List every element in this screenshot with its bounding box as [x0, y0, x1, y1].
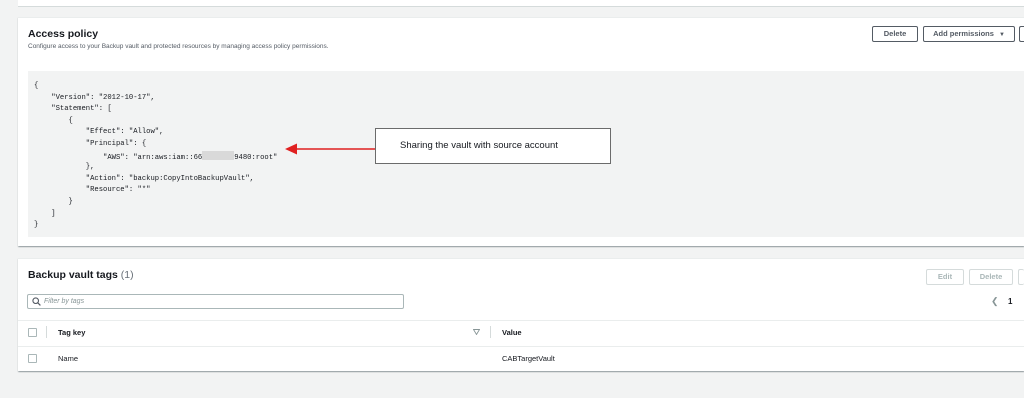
policy-line-13: } [34, 221, 39, 230]
policy-line-10: "Resource": "*" [34, 186, 151, 195]
policy-line-6: "Principal": { [34, 140, 147, 148]
sort-caret-icon[interactable] [473, 329, 480, 335]
search-icon [32, 297, 41, 306]
previous-section-card [18, 0, 1024, 7]
policy-line-9: "Action": "backup:CopyIntoBackupVault", [34, 174, 254, 183]
access-policy-description: Configure access to your Backup vault an… [28, 43, 329, 50]
policy-line-12: ] [34, 209, 56, 218]
tags-count: (1) [120, 269, 134, 281]
policy-line-5: "Effect": "Allow", [34, 128, 164, 137]
policy-line-4: { [34, 116, 73, 125]
policy-line-8: }, [34, 163, 95, 172]
add-permissions-button[interactable]: Add permissions ▼ [923, 26, 1015, 42]
policy-line-2: "Version": "2012-10-17", [34, 93, 155, 102]
tags-title: Backup vault tags (1) [28, 269, 134, 281]
policy-line-3: "Statement": [ [34, 105, 112, 114]
access-policy-title: Access policy [28, 28, 99, 40]
column-divider [46, 326, 47, 338]
edit-tags-button[interactable]: Edit [926, 269, 964, 285]
filter-tags-input[interactable]: Filter by tags [27, 294, 404, 309]
caret-down-icon: ▼ [998, 32, 1005, 38]
table-header-bottom-divider [18, 346, 1024, 347]
annotation-arrow-icon [285, 143, 375, 155]
column-header-value[interactable]: Value [502, 328, 522, 337]
page-number[interactable]: 1 [1008, 297, 1012, 306]
column-divider [490, 326, 491, 338]
delete-tags-button[interactable]: Delete [969, 269, 1013, 285]
redacted-account-id [202, 150, 235, 160]
principal-arn-suffix: 9480:root" [234, 153, 278, 162]
filter-tags-placeholder: Filter by tags [44, 298, 85, 305]
table-row-checkbox[interactable] [28, 354, 37, 363]
table-cell-value: CABTargetVault [502, 354, 555, 363]
policy-line-1: { [34, 82, 39, 90]
previous-page-chevron-icon[interactable]: ❮ [991, 296, 999, 307]
tags-title-text: Backup vault tags [28, 269, 118, 281]
edit-tags-label: Edit [937, 272, 953, 281]
add-permissions-label: Add permissions [933, 29, 994, 38]
more-tag-actions-button[interactable] [1018, 269, 1024, 285]
more-actions-button[interactable] [1019, 26, 1024, 42]
delete-policy-label: Delete [883, 29, 907, 38]
delete-tags-label: Delete [979, 272, 1003, 281]
table-cell-tag-key: Name [58, 354, 79, 363]
delete-policy-button[interactable]: Delete [872, 26, 918, 42]
table-header-top-divider [18, 320, 1024, 321]
policy-line-11: } [34, 198, 73, 206]
select-all-checkbox[interactable] [28, 328, 37, 337]
annotation-callout: Sharing the vault with source account [375, 128, 611, 164]
principal-arn-prefix: "AWS": "arn:aws:iam::66 [34, 153, 203, 162]
column-header-tag-key[interactable]: Tag key [58, 328, 85, 337]
